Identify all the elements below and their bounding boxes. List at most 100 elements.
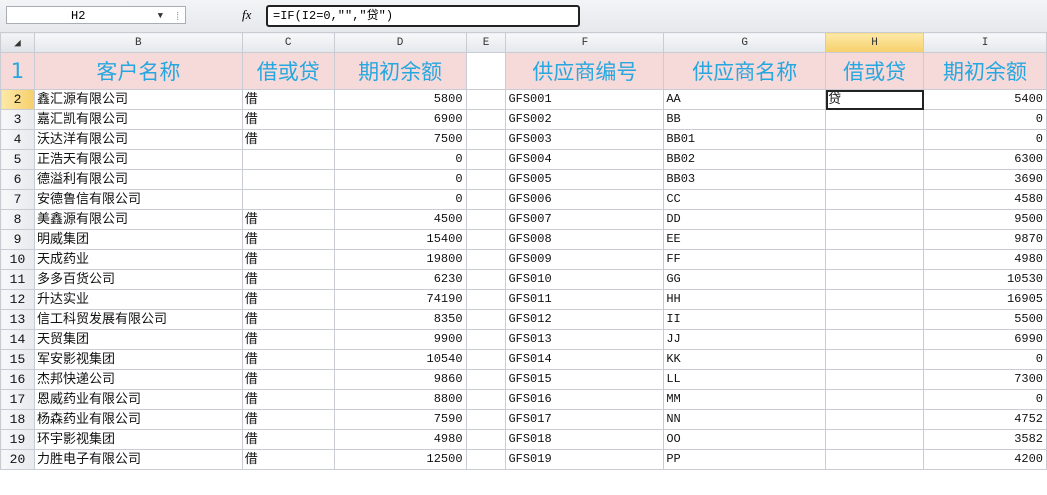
cell-e[interactable] bbox=[465, 89, 507, 110]
cell-d[interactable]: 6230 bbox=[333, 269, 467, 290]
cell-d[interactable]: 7590 bbox=[333, 409, 467, 430]
cell-c[interactable]: 借 bbox=[241, 389, 335, 410]
cell-g[interactable]: HH bbox=[663, 289, 827, 310]
cell-c[interactable]: 借 bbox=[241, 329, 335, 350]
row-header[interactable]: 8 bbox=[0, 209, 35, 230]
cell-i[interactable]: 6300 bbox=[923, 149, 1047, 170]
cell-g[interactable]: BB03 bbox=[663, 169, 827, 190]
cell-h[interactable] bbox=[825, 229, 925, 250]
cell-c[interactable]: 借 bbox=[241, 449, 335, 470]
row-header[interactable]: 5 bbox=[0, 149, 35, 170]
cell-f[interactable]: GFS002 bbox=[505, 109, 665, 130]
cell-d[interactable]: 12500 bbox=[333, 449, 467, 470]
insert-function-icon[interactable]: fx bbox=[242, 7, 251, 23]
cell-g[interactable]: II bbox=[663, 309, 827, 330]
cell-f[interactable]: GFS006 bbox=[505, 189, 665, 210]
cell-d[interactable]: 4980 bbox=[333, 429, 467, 450]
cell-e[interactable] bbox=[465, 229, 507, 250]
cell-c[interactable]: 借 bbox=[241, 269, 335, 290]
cell-b[interactable]: 军安影视集团 bbox=[33, 349, 243, 370]
name-box[interactable]: H2 ▼ ⁞ bbox=[6, 6, 186, 24]
cell-c[interactable]: 借 bbox=[241, 229, 335, 250]
cell-f[interactable]: GFS007 bbox=[505, 209, 665, 230]
cell-f[interactable]: GFS019 bbox=[505, 449, 665, 470]
cell-c[interactable]: 借 bbox=[241, 109, 335, 130]
cell-g[interactable]: BB01 bbox=[663, 129, 827, 150]
cell-d[interactable]: 0 bbox=[333, 149, 467, 170]
header-cell-e[interactable] bbox=[465, 52, 507, 90]
cell-d[interactable]: 6900 bbox=[333, 109, 467, 130]
cell-f[interactable]: GFS014 bbox=[505, 349, 665, 370]
row-header[interactable]: 11 bbox=[0, 269, 35, 290]
cell-c[interactable]: 借 bbox=[241, 289, 335, 310]
row-header[interactable]: 10 bbox=[0, 249, 35, 270]
cell-i[interactable]: 6990 bbox=[923, 329, 1047, 350]
cell-i[interactable]: 9500 bbox=[923, 209, 1047, 230]
cell-i[interactable]: 16905 bbox=[923, 289, 1047, 310]
cell-i[interactable]: 4580 bbox=[923, 189, 1047, 210]
formula-input[interactable]: =IF(I2=0,"","贷") bbox=[266, 5, 580, 27]
row-header[interactable]: 4 bbox=[0, 129, 35, 150]
cell-h[interactable]: 贷 bbox=[825, 89, 925, 110]
cell-i[interactable]: 3690 bbox=[923, 169, 1047, 190]
column-header-b[interactable]: B bbox=[33, 32, 243, 53]
cell-f[interactable]: GFS017 bbox=[505, 409, 665, 430]
cell-i[interactable]: 0 bbox=[923, 349, 1047, 370]
row-header[interactable]: 16 bbox=[0, 369, 35, 390]
cell-g[interactable]: OO bbox=[663, 429, 827, 450]
cell-f[interactable]: GFS004 bbox=[505, 149, 665, 170]
cell-g[interactable]: JJ bbox=[663, 329, 827, 350]
column-header-f[interactable]: F bbox=[505, 32, 665, 53]
cell-b[interactable]: 明威集团 bbox=[33, 229, 243, 250]
cell-d[interactable]: 5800 bbox=[333, 89, 467, 110]
cell-g[interactable]: LL bbox=[663, 369, 827, 390]
cell-h[interactable] bbox=[825, 209, 925, 230]
cell-h[interactable] bbox=[825, 189, 925, 210]
cell-f[interactable]: GFS011 bbox=[505, 289, 665, 310]
cell-e[interactable] bbox=[465, 309, 507, 330]
row-header[interactable]: 2 bbox=[0, 89, 35, 110]
chevron-down-icon[interactable]: ▼ bbox=[158, 7, 163, 25]
cell-h[interactable] bbox=[825, 449, 925, 470]
cell-c[interactable]: 借 bbox=[241, 429, 335, 450]
cell-e[interactable] bbox=[465, 129, 507, 150]
cell-d[interactable]: 19800 bbox=[333, 249, 467, 270]
cell-e[interactable] bbox=[465, 429, 507, 450]
cell-g[interactable]: KK bbox=[663, 349, 827, 370]
cell-e[interactable] bbox=[465, 449, 507, 470]
cell-b[interactable]: 安德鲁信有限公司 bbox=[33, 189, 243, 210]
cell-e[interactable] bbox=[465, 289, 507, 310]
cell-b[interactable]: 恩威药业有限公司 bbox=[33, 389, 243, 410]
cell-f[interactable]: GFS015 bbox=[505, 369, 665, 390]
cell-f[interactable]: GFS018 bbox=[505, 429, 665, 450]
cell-f[interactable]: GFS013 bbox=[505, 329, 665, 350]
cell-f[interactable]: GFS009 bbox=[505, 249, 665, 270]
cell-d[interactable]: 10540 bbox=[333, 349, 467, 370]
cell-g[interactable]: GG bbox=[663, 269, 827, 290]
cell-g[interactable]: BB bbox=[663, 109, 827, 130]
header-cell-f[interactable]: 供应商编号 bbox=[505, 52, 665, 90]
row-header[interactable]: 6 bbox=[0, 169, 35, 190]
cell-g[interactable]: PP bbox=[663, 449, 827, 470]
cell-f[interactable]: GFS003 bbox=[505, 129, 665, 150]
resize-handle-icon[interactable]: ⁞ bbox=[174, 9, 181, 27]
cell-i[interactable]: 3582 bbox=[923, 429, 1047, 450]
cell-g[interactable]: DD bbox=[663, 209, 827, 230]
row-header[interactable]: 14 bbox=[0, 329, 35, 350]
cell-d[interactable]: 9860 bbox=[333, 369, 467, 390]
header-cell-i[interactable]: 期初余额 bbox=[923, 52, 1047, 90]
cell-i[interactable]: 4980 bbox=[923, 249, 1047, 270]
cell-f[interactable]: GFS012 bbox=[505, 309, 665, 330]
column-header-c[interactable]: C bbox=[241, 32, 335, 53]
cell-h[interactable] bbox=[825, 329, 925, 350]
cell-b[interactable]: 德溢利有限公司 bbox=[33, 169, 243, 190]
cell-i[interactable]: 4200 bbox=[923, 449, 1047, 470]
cell-h[interactable] bbox=[825, 369, 925, 390]
cell-f[interactable]: GFS008 bbox=[505, 229, 665, 250]
cell-c[interactable] bbox=[241, 189, 335, 210]
cell-g[interactable]: NN bbox=[663, 409, 827, 430]
cell-g[interactable]: FF bbox=[663, 249, 827, 270]
select-all-corner[interactable]: ◢ bbox=[0, 32, 35, 53]
row-header[interactable]: 12 bbox=[0, 289, 35, 310]
row-header[interactable]: 20 bbox=[0, 449, 35, 470]
